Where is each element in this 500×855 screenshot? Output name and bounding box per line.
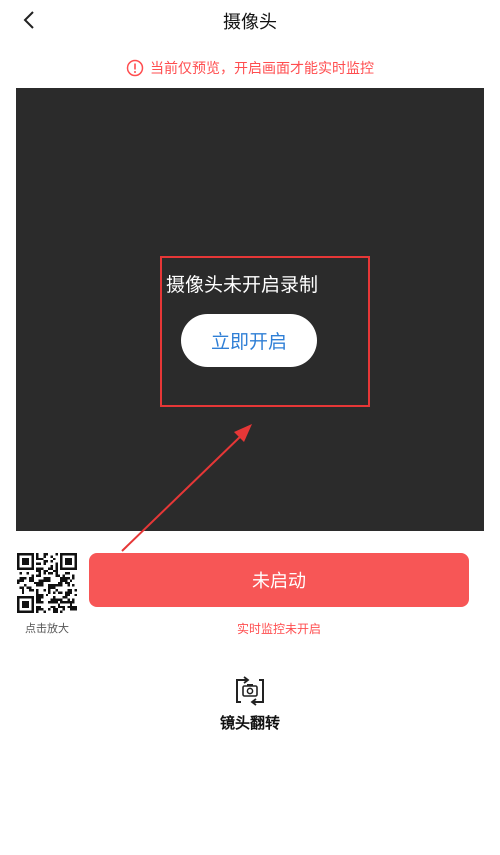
page-title: 摄像头	[223, 12, 277, 33]
qr-code[interactable]	[17, 553, 77, 613]
qr-caption: 点击放大	[25, 622, 69, 635]
flip-camera-button[interactable]: 镜头翻转	[200, 672, 300, 740]
start-monitor-button[interactable]: 未启动	[89, 553, 469, 607]
camera-status-text: 摄像头未开启录制	[166, 274, 319, 296]
flip-camera-label: 镜头翻转	[219, 714, 280, 732]
open-now-button[interactable]: 立即开启	[181, 314, 317, 367]
monitor-status-text: 实时监控未开启	[236, 622, 321, 636]
warning-text: 当前仅预览，开启画面才能实时监控	[150, 61, 374, 77]
exclamation-circle-icon	[126, 59, 144, 77]
qr-code-icon	[17, 553, 77, 613]
camera-flip-icon	[236, 676, 264, 706]
preview-warning: 当前仅预览，开启画面才能实时监控	[0, 57, 500, 79]
